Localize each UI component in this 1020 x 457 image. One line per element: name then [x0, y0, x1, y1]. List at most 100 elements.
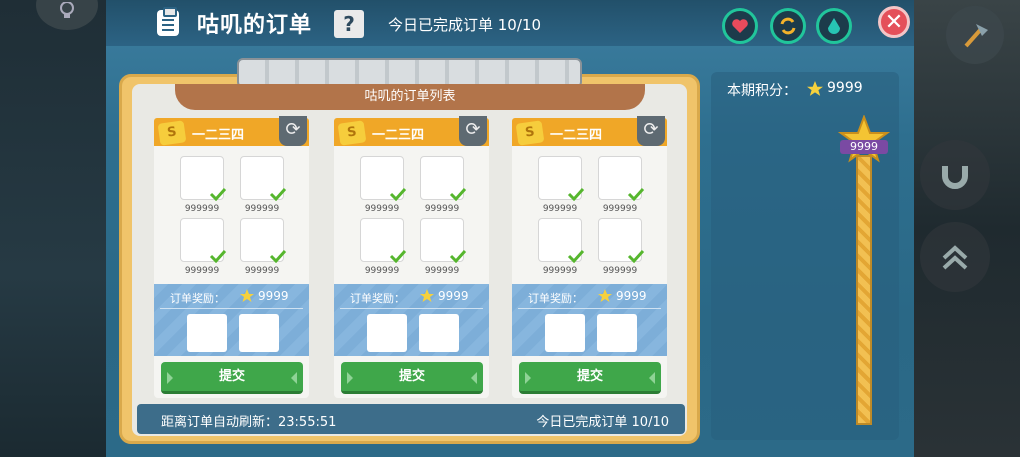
refresh-icon: ⟳ [285, 119, 301, 140]
divider [518, 308, 661, 309]
submit-button[interactable]: 提交 [161, 362, 303, 394]
points-progress-pole [856, 155, 872, 425]
order-item[interactable] [420, 156, 467, 201]
health-status [722, 8, 758, 44]
check-icon [627, 249, 645, 263]
item-count: 999999 [602, 266, 638, 276]
drop-icon [828, 18, 840, 34]
check-icon [269, 249, 287, 263]
submit-button[interactable]: 提交 [341, 362, 483, 394]
clipboard-icon [157, 7, 179, 36]
order-name: 一二三四 [372, 128, 425, 143]
star-icon [598, 289, 612, 302]
item-count: 999999 [542, 204, 578, 214]
item-count: 999999 [424, 266, 460, 276]
refresh-button[interactable]: ⟳ [459, 116, 487, 146]
divider [340, 308, 483, 309]
submit-button[interactable]: 提交 [519, 362, 661, 394]
refresh-icon: ⟳ [465, 119, 481, 140]
check-icon [449, 249, 467, 263]
order-card-2: S 一二三四 ⟳ 999999 999999 999999 999999 订单奖… [334, 116, 489, 398]
star-icon [420, 289, 434, 302]
refresh-countdown: 距离订单自动刷新：23:55:51 [161, 415, 337, 430]
order-list-title: 咕叽的订单列表 [175, 84, 645, 110]
check-icon [567, 187, 585, 201]
reward-value: 9999 [616, 289, 647, 303]
reward-item[interactable] [545, 314, 585, 352]
heart-icon [732, 19, 748, 33]
points-badge: 9999 [840, 140, 888, 154]
reward-value: 9999 [258, 289, 289, 303]
order-item[interactable] [420, 218, 467, 263]
magnet-button[interactable] [920, 140, 990, 210]
build-tool-button[interactable] [946, 6, 1004, 64]
lightbulb-icon [60, 2, 74, 18]
coin-icon: S [157, 120, 187, 146]
reward-label: 订单奖励： [350, 292, 405, 305]
reward-item[interactable] [367, 314, 407, 352]
order-item[interactable] [538, 218, 585, 263]
check-icon [209, 249, 227, 263]
order-card-1: S 一二三四 ⟳ 999999 999999 999999 999999 订单奖… [154, 116, 309, 398]
coin-icon: S [515, 120, 545, 146]
refresh-button[interactable]: ⟳ [279, 116, 307, 146]
reward-item[interactable] [597, 314, 637, 352]
progress-star-icon [838, 115, 890, 163]
order-item[interactable] [240, 218, 287, 263]
order-item[interactable] [360, 218, 407, 263]
order-item[interactable] [538, 156, 585, 201]
reward-item[interactable] [187, 314, 227, 352]
divider [160, 308, 303, 309]
magnet-icon [942, 166, 968, 189]
refresh-icon: ⟳ [643, 119, 659, 140]
item-count: 999999 [364, 266, 400, 276]
refresh-button[interactable]: ⟳ [637, 116, 665, 146]
close-button[interactable]: ✕ [878, 6, 910, 38]
order-name: 一二三四 [192, 128, 245, 143]
footer-today-completed: 今日已完成订单 10/10 [536, 415, 669, 430]
order-item[interactable] [598, 156, 645, 201]
check-icon [389, 187, 407, 201]
star-icon [240, 289, 254, 302]
check-icon [449, 187, 467, 201]
page-title: 咕叽的订单 [197, 13, 313, 38]
order-reward: 订单奖励： 9999 [512, 284, 667, 356]
swap-icon [780, 17, 796, 35]
order-item[interactable] [598, 218, 645, 263]
reward-label: 订单奖励： [170, 292, 225, 305]
order-item[interactable] [360, 156, 407, 201]
reward-item[interactable] [239, 314, 279, 352]
reward-item[interactable] [419, 314, 459, 352]
item-count: 999999 [244, 266, 280, 276]
order-card-header: S 一二三四 ⟳ [334, 116, 489, 146]
check-icon [269, 187, 287, 201]
item-count: 999999 [244, 204, 280, 214]
order-item[interactable] [180, 218, 227, 263]
water-status [816, 8, 852, 44]
order-card-header: S 一二三四 ⟳ [154, 116, 309, 146]
jump-button[interactable] [920, 222, 990, 292]
star-icon [807, 81, 823, 96]
points-value: 9999 [827, 80, 863, 96]
scene-left-edge [0, 0, 106, 457]
item-count: 999999 [602, 204, 638, 214]
order-reward: 订单奖励： 9999 [154, 284, 309, 356]
points-label: 本期积分： [727, 83, 797, 99]
check-icon [209, 187, 227, 201]
reward-value: 9999 [438, 289, 469, 303]
order-item[interactable] [240, 156, 287, 201]
trade-status [770, 8, 806, 44]
item-count: 999999 [542, 266, 578, 276]
check-icon [627, 187, 645, 201]
order-item[interactable] [180, 156, 227, 201]
check-icon [389, 249, 407, 263]
help-button[interactable]: ? [334, 10, 364, 38]
double-chevron-up-icon [942, 245, 968, 270]
order-card-3: S 一二三四 ⟳ 999999 999999 999999 999999 订单奖… [512, 116, 667, 398]
reward-label: 订单奖励： [528, 292, 583, 305]
coin-icon: S [337, 120, 367, 146]
item-count: 999999 [184, 204, 220, 214]
item-count: 999999 [364, 204, 400, 214]
axe-icon [964, 24, 988, 48]
order-reward: 订单奖励： 9999 [334, 284, 489, 356]
